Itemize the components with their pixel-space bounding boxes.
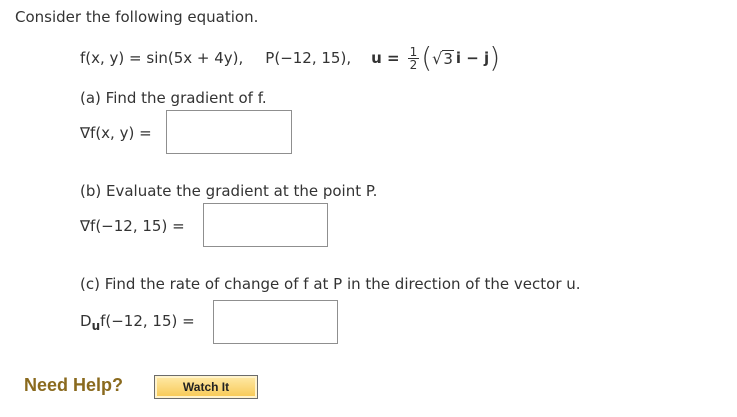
vector-label: u = [371, 49, 400, 67]
directional-derivative-d: D [80, 312, 92, 330]
vector-tail: i − j [455, 49, 490, 67]
right-paren: ) [489, 41, 501, 74]
fraction: 1 2 [407, 44, 420, 72]
fraction-denominator: 2 [409, 57, 418, 72]
directional-derivative-rest: f(−12, 15) = [100, 312, 195, 330]
watch-it-button[interactable]: Watch It [154, 375, 258, 399]
part-b-answer-input[interactable] [203, 203, 328, 247]
part-c-question: (c) Find the rate of change of f at P in… [80, 275, 581, 293]
part-b-question: (b) Evaluate the gradient at the point P… [80, 182, 378, 200]
fraction-numerator: 1 [407, 44, 420, 59]
need-help-label: Need Help? [24, 375, 124, 395]
radical-sign-icon: √ [432, 48, 443, 68]
part-c-answer-input[interactable] [213, 300, 338, 344]
equation-line: f(x, y) = sin(5x + 4y), P(−12, 15), u = … [80, 44, 500, 72]
square-root: √ 3 [432, 49, 454, 68]
problem-intro: Consider the following equation. [15, 8, 259, 26]
direction-subscript: u [91, 319, 101, 333]
part-c-answer-label: Duf(−12, 15) = [80, 312, 195, 333]
part-b-answer-label: ∇f(−12, 15) = [80, 217, 185, 235]
part-a-answer-label: ∇f(x, y) = [80, 124, 152, 142]
vector-definition: u = 1 2 ( √ 3 i − j ) [371, 44, 500, 72]
left-paren: ( [421, 41, 433, 74]
function-definition: f(x, y) = sin(5x + 4y), [80, 49, 244, 67]
part-a-answer-input[interactable] [166, 110, 292, 154]
point-definition: P(−12, 15), [265, 49, 352, 67]
radicand: 3 [442, 49, 454, 68]
part-a-question: (a) Find the gradient of f. [80, 89, 267, 107]
